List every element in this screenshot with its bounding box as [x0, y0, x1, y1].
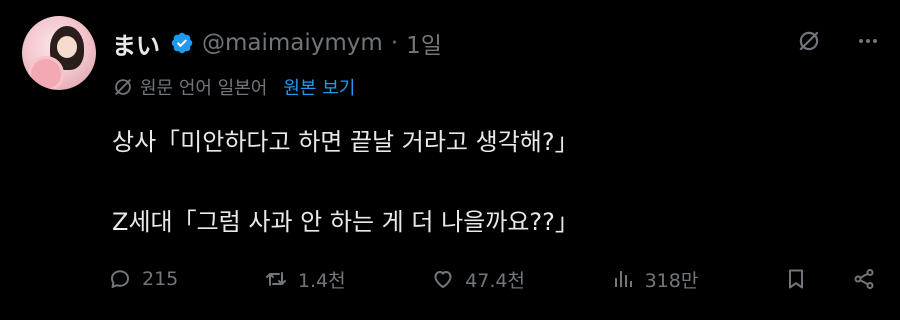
translate-icon: [112, 76, 134, 98]
verified-badge-icon: [170, 31, 194, 55]
translation-row: 원문 언어 일본어 원본 보기: [112, 74, 355, 100]
display-name[interactable]: まい: [112, 26, 160, 61]
top-actions: [796, 28, 880, 54]
avatar-shell: [28, 56, 64, 90]
avatar[interactable]: [22, 16, 96, 90]
secondary-actions: [784, 267, 876, 291]
like-count: 47.4천: [465, 269, 525, 292]
tweet-line: [112, 162, 579, 202]
reply-icon: [108, 267, 132, 291]
repost-icon: [264, 267, 288, 291]
timestamp[interactable]: 1일: [406, 26, 442, 60]
share-icon[interactable]: [852, 267, 876, 291]
action-bar: 215 1.4천 47.4천 318만: [108, 260, 876, 298]
views-icon: [611, 267, 635, 291]
repost-count: 1.4천: [297, 269, 346, 292]
handle[interactable]: @maimaiymym: [202, 30, 383, 56]
show-original-link[interactable]: 원본 보기: [283, 74, 355, 100]
avatar-face: [57, 36, 77, 58]
views-button[interactable]: 318만: [611, 266, 699, 293]
heart-icon: [431, 267, 455, 291]
repost-button[interactable]: 1.4천: [264, 266, 346, 293]
translation-note: 원문 언어 일본어: [140, 78, 268, 99]
tweet-text: 상사「미안하다고 하면 끝날 거라고 생각해?」 Z세대「그럼 사과 안 하는 …: [112, 122, 579, 242]
tweet-header: まい @maimaiymym · 1일: [112, 26, 442, 61]
more-icon[interactable]: [856, 29, 880, 53]
reply-button[interactable]: 215: [108, 267, 178, 291]
reply-count: 215: [142, 268, 179, 290]
grok-icon[interactable]: [796, 28, 822, 54]
tweet-line: 상사「미안하다고 하면 끝날 거라고 생각해?」: [112, 128, 579, 156]
views-count: 318만: [644, 269, 699, 292]
like-button[interactable]: 47.4천: [431, 266, 525, 293]
tweet-line: Z세대「그럼 사과 안 하는 게 더 나을까요??」: [112, 208, 579, 236]
bookmark-icon[interactable]: [784, 267, 808, 291]
separator: ·: [390, 30, 399, 56]
